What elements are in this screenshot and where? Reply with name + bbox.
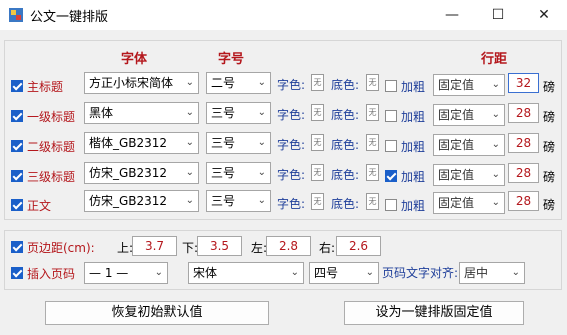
row-label-level3: 三级标题: [27, 170, 76, 184]
title-bar: 公文一键排版 — ☐ ✕: [0, 0, 567, 30]
close-button[interactable]: ✕: [521, 0, 567, 30]
page-number-align-label: 页码文字对齐:: [382, 266, 459, 280]
font-select-level3[interactable]: 仿宋_GB2312 ⌄: [84, 162, 199, 184]
close-icon: ✕: [538, 7, 550, 23]
spacing-value-level3[interactable]: 28: [508, 163, 539, 183]
row-checkbox-body[interactable]: [11, 199, 23, 211]
bold-checkbox-body[interactable]: [385, 199, 397, 211]
bold-checkbox-main-title[interactable]: [385, 80, 397, 92]
size-select-level2[interactable]: 三号 ⌄: [206, 132, 271, 154]
font-color-swatch[interactable]: 无: [311, 134, 324, 151]
spacing-unit: 磅: [543, 170, 556, 184]
bold-checkbox-level2[interactable]: [385, 140, 397, 152]
spacing-unit: 磅: [543, 110, 556, 124]
font-color-label: 字色:: [277, 197, 306, 211]
row-checkbox-level1[interactable]: [11, 110, 23, 122]
header-font: 字体: [121, 52, 148, 67]
spacing-mode-select-main-title[interactable]: 固定值 ⌄: [433, 74, 505, 96]
maximize-button[interactable]: ☐: [475, 0, 521, 30]
spacing-value-main-title[interactable]: 32: [508, 73, 539, 93]
margins-checkbox[interactable]: [11, 241, 23, 253]
row-label-body: 正文: [27, 199, 52, 213]
margin-left-label: 左:: [251, 241, 268, 255]
bg-color-swatch[interactable]: 无: [366, 193, 379, 210]
row-checkbox-level3[interactable]: [11, 170, 23, 182]
minimize-icon: —: [445, 7, 459, 23]
bg-color-label: 底色:: [331, 168, 360, 182]
set-fixed-values-button[interactable]: 设为一键排版固定值: [344, 301, 524, 325]
font-select-level2[interactable]: 楷体_GB2312 ⌄: [84, 132, 199, 154]
page-number-size-select[interactable]: 四号 ⌄: [309, 262, 379, 284]
size-select-level3[interactable]: 三号 ⌄: [206, 162, 271, 184]
margin-right-input[interactable]: 2.6: [336, 236, 381, 256]
page-number-font-select[interactable]: 宋体 ⌄: [188, 262, 304, 284]
spacing-value-level2[interactable]: 28: [508, 133, 539, 153]
font-select-body[interactable]: 仿宋_GB2312 ⌄: [84, 190, 199, 212]
font-color-label: 字色:: [277, 138, 306, 152]
spacing-mode-select-level3[interactable]: 固定值 ⌄: [433, 164, 505, 186]
size-select-body[interactable]: 三号 ⌄: [206, 190, 271, 212]
page-number-label: 插入页码: [27, 267, 76, 281]
bg-color-label: 底色:: [331, 138, 360, 152]
row-label-level2: 二级标题: [27, 140, 76, 154]
spacing-value-body[interactable]: 28: [508, 191, 539, 211]
font-color-swatch[interactable]: 无: [311, 193, 324, 210]
margin-right-label: 右:: [319, 241, 336, 255]
header-line-spacing: 行距: [481, 52, 508, 67]
bg-color-swatch[interactable]: 无: [366, 104, 379, 121]
spacing-unit: 磅: [543, 198, 556, 212]
bg-color-swatch[interactable]: 无: [366, 74, 379, 91]
margin-bottom-label: 下:: [182, 241, 199, 255]
bold-checkbox-level3[interactable]: [385, 170, 397, 182]
font-select-level1[interactable]: 黑体 ⌄: [84, 102, 199, 124]
margins-label: 页边距(cm):: [27, 241, 95, 255]
spacing-value-level1[interactable]: 28: [508, 103, 539, 123]
row-checkbox-level2[interactable]: [11, 140, 23, 152]
row-label-main-title: 主标题: [27, 80, 64, 94]
restore-defaults-button[interactable]: 恢复初始默认值: [45, 301, 269, 325]
margin-top-input[interactable]: 3.7: [132, 236, 177, 256]
font-color-swatch[interactable]: 无: [311, 74, 324, 91]
margin-left-input[interactable]: 2.8: [266, 236, 311, 256]
bold-label: 加粗: [401, 199, 426, 213]
app-icon: [9, 8, 23, 22]
spacing-mode-select-body[interactable]: 固定值 ⌄: [433, 192, 505, 214]
bold-label: 加粗: [401, 170, 426, 184]
spacing-unit: 磅: [543, 80, 556, 94]
bold-checkbox-level1[interactable]: [385, 110, 397, 122]
spacing-mode-select-level2[interactable]: 固定值 ⌄: [433, 134, 505, 156]
page-number-checkbox[interactable]: [11, 267, 23, 279]
page-number-align-select[interactable]: 居中 ⌄: [459, 262, 525, 284]
bg-color-label: 底色:: [331, 78, 360, 92]
row-label-level1: 一级标题: [27, 110, 76, 124]
page-number-style-select[interactable]: — 1 — ⌄: [84, 262, 168, 284]
font-select-main-title[interactable]: 方正小标宋简体 ⌄: [84, 72, 199, 94]
bold-label: 加粗: [401, 140, 426, 154]
minimize-button[interactable]: —: [429, 0, 475, 30]
font-color-label: 字色:: [277, 108, 306, 122]
size-select-level1[interactable]: 三号 ⌄: [206, 102, 271, 124]
bold-label: 加粗: [401, 110, 426, 124]
window-title: 公文一键排版: [30, 10, 109, 25]
bg-color-label: 底色:: [331, 108, 360, 122]
row-checkbox-main-title[interactable]: [11, 80, 23, 92]
bg-color-swatch[interactable]: 无: [366, 164, 379, 181]
font-color-label: 字色:: [277, 168, 306, 182]
bg-color-swatch[interactable]: 无: [366, 134, 379, 151]
font-color-label: 字色:: [277, 78, 306, 92]
font-color-swatch[interactable]: 无: [311, 104, 324, 121]
bold-label: 加粗: [401, 80, 426, 94]
spacing-unit: 磅: [543, 140, 556, 154]
bg-color-label: 底色:: [331, 197, 360, 211]
spacing-mode-select-level1[interactable]: 固定值 ⌄: [433, 104, 505, 126]
margin-top-label: 上:: [117, 241, 134, 255]
margin-bottom-input[interactable]: 3.5: [197, 236, 242, 256]
maximize-icon: ☐: [491, 7, 505, 23]
font-color-swatch[interactable]: 无: [311, 164, 324, 181]
size-select-main-title[interactable]: 二号 ⌄: [206, 72, 271, 94]
header-size: 字号: [218, 52, 245, 67]
